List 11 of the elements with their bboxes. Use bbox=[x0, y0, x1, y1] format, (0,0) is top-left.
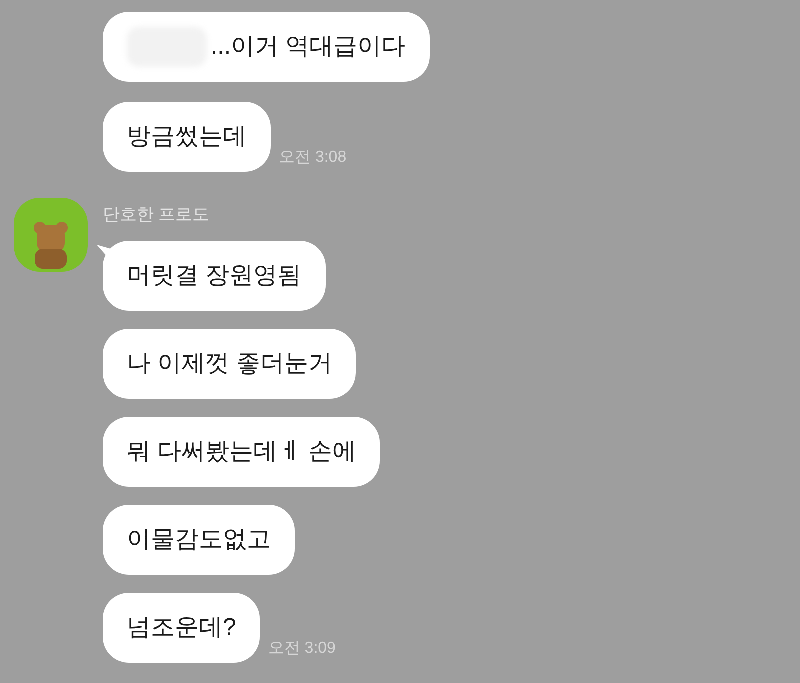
avatar[interactable] bbox=[14, 198, 88, 272]
message-time: 오전 3:09 bbox=[268, 639, 336, 659]
message-time: 오전 3:08 bbox=[279, 148, 347, 168]
message-bubble: 이물감도없고 bbox=[103, 505, 295, 575]
message-bubble: 머릿결 장원영됨 bbox=[103, 241, 326, 311]
message-bubble: ...이거 역대급이다 bbox=[103, 12, 430, 82]
sender-name: 단호한 프로도 bbox=[103, 206, 211, 223]
message-bubble: 나 이제껏 좋더눈거 bbox=[103, 329, 356, 399]
message-bubble: 넘조운데? bbox=[103, 593, 260, 663]
message-bubble: 방금썼는데 bbox=[103, 102, 271, 172]
message-bubble: 뭐 다써봤는데ㅔ 손에 bbox=[103, 417, 380, 487]
